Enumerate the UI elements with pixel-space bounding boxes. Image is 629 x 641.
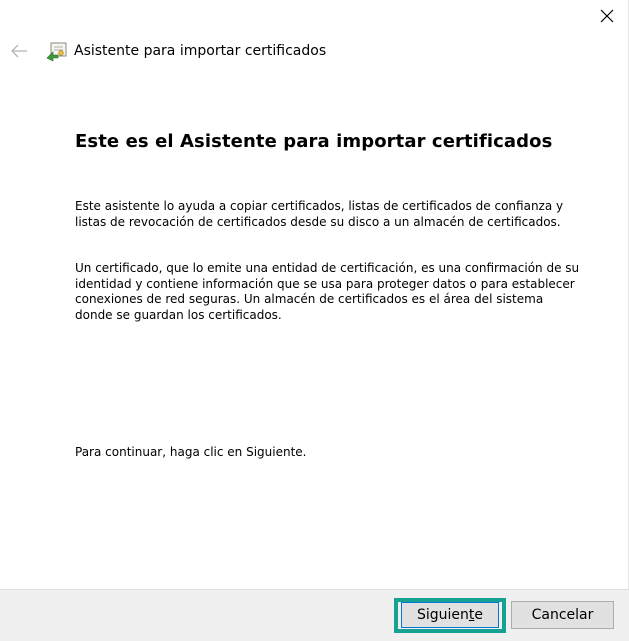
certificate-description-paragraph: Un certificado, que lo emite una entidad…	[75, 261, 580, 322]
cancel-button[interactable]: Cancelar	[511, 601, 614, 629]
next-label-part: Siguien	[416, 607, 469, 623]
window-title: Asistente para importar certificados	[74, 43, 327, 59]
next-button[interactable]: Siguien t e	[401, 602, 499, 628]
continue-instruction: Para continuar, haga clic en Siguiente.	[75, 445, 307, 459]
certificate-import-wizard-window: Asistente para importar certificados Est…	[0, 0, 629, 641]
close-icon	[600, 9, 614, 23]
certificate-import-icon	[46, 42, 67, 62]
page-heading: Este es el Asistente para importar certi…	[75, 131, 553, 152]
close-button[interactable]	[588, 0, 626, 32]
back-button[interactable]	[8, 40, 30, 62]
next-label-part: e	[474, 607, 484, 623]
intro-paragraph: Este asistente lo ayuda a copiar certifi…	[75, 199, 564, 229]
back-arrow-icon	[11, 44, 27, 58]
